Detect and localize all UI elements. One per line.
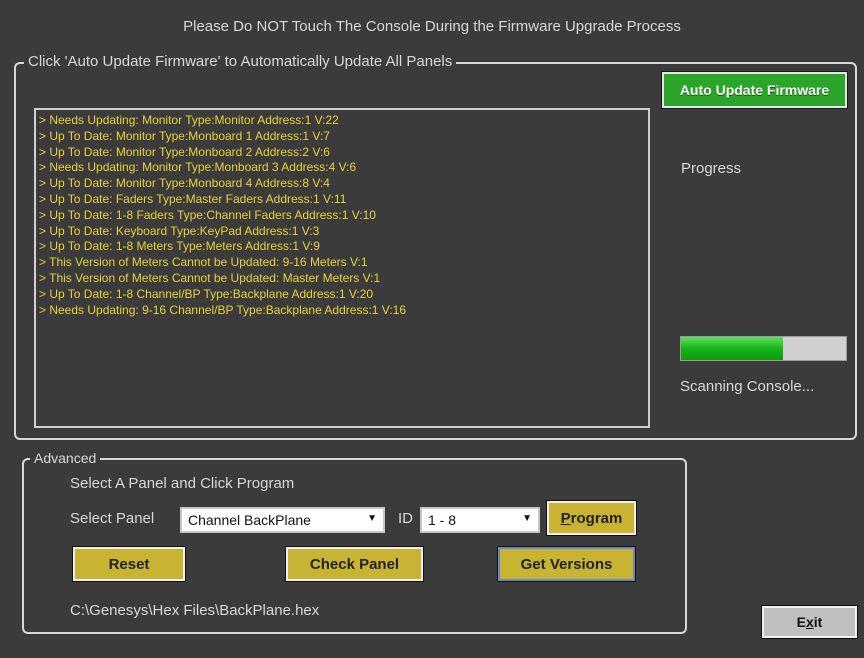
chevron-down-icon: ▼ [522, 513, 532, 524]
log-line: > Up To Date: Keyboard Type:KeyPad Addre… [39, 223, 320, 238]
select-panel-label: Select Panel [70, 510, 155, 527]
exit-button-label-start: E [796, 614, 806, 630]
reset-button[interactable]: Reset [72, 546, 186, 582]
log-line: > Up To Date: 1-8 Faders Type:Channel Fa… [39, 207, 376, 222]
progress-label: Progress [681, 160, 742, 177]
exit-button[interactable]: Ex it [761, 605, 858, 639]
check-panel-button[interactable]: Check Panel [285, 546, 424, 582]
program-button-label: rogram [570, 509, 623, 527]
chevron-down-icon: ▼ [367, 513, 377, 524]
log-line: > Up To Date: Faders Type:Master Faders … [39, 191, 347, 206]
exit-button-mnemonic: x [805, 614, 814, 630]
log-line: > Up To Date: Monitor Type:Monboard 2 Ad… [39, 144, 330, 159]
id-select[interactable]: 1 - 8 ▼ [420, 507, 540, 533]
exit-button-label-end: it [813, 614, 823, 630]
panel-select-value: Channel BackPlane [188, 512, 311, 528]
progress-bar [680, 336, 847, 361]
log-line: > This Version of Meters Cannot be Updat… [39, 255, 368, 270]
advanced-hint: Select A Panel and Click Program [70, 475, 295, 492]
log-line: > This Version of Meters Cannot be Updat… [39, 270, 381, 285]
log-line: > Needs Updating: Monitor Type:Monitor A… [39, 113, 339, 127]
get-versions-button[interactable]: Get Versions [497, 546, 636, 582]
progress-bar-fill [681, 337, 784, 360]
program-button-mnemonic: P [560, 509, 571, 527]
advanced-group-label: Advanced [30, 450, 101, 466]
scan-status-text: Scanning Console... [680, 378, 815, 395]
log-line: > Up To Date: 1-8 Channel/BP Type:Backpl… [39, 286, 374, 301]
id-select-value: 1 - 8 [428, 512, 457, 528]
auto-update-firmware-button[interactable]: Auto Update Firmware [661, 71, 848, 109]
firmware-log-list[interactable]: > Needs Updating: Monitor Type:Monitor A… [34, 108, 650, 428]
window-title: Please Do NOT Touch The Console During t… [183, 18, 681, 35]
firmware-upgrade-window: Please Do NOT Touch The Console During t… [0, 0, 864, 658]
log-line: > Needs Updating: 9-16 Channel/BP Type:B… [39, 302, 407, 317]
panel-select[interactable]: Channel BackPlane ▼ [180, 507, 385, 533]
log-line: > Up To Date: Monitor Type:Monboard 4 Ad… [39, 176, 330, 191]
log-line: > Up To Date: 1-8 Meters Type:Meters Add… [39, 239, 320, 254]
log-line: > Up To Date: Monitor Type:Monboard 1 Ad… [39, 128, 330, 143]
log-line: > Needs Updating: Monitor Type:Monboard … [39, 160, 357, 175]
id-label: ID [398, 510, 413, 527]
auto-update-group-label: Click 'Auto Update Firmware' to Automati… [24, 53, 457, 70]
hex-file-path: C:\Genesys\Hex Files\BackPlane.hex [70, 602, 320, 619]
program-button[interactable]: Program [546, 500, 637, 536]
